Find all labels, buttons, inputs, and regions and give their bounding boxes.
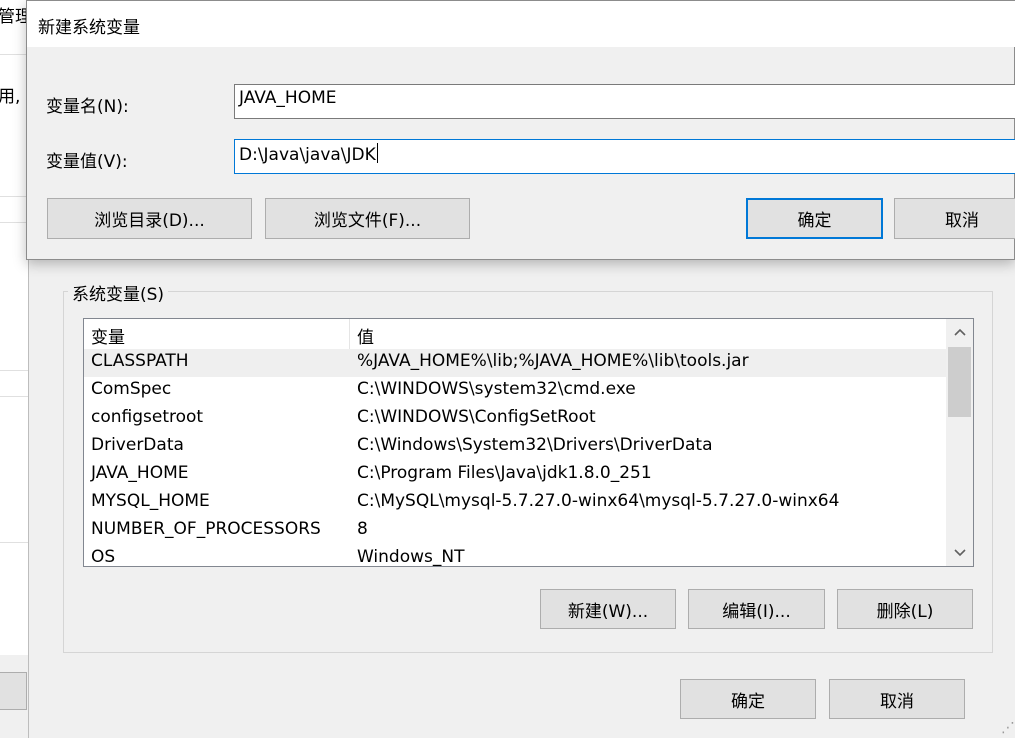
system-variables-list[interactable]: 变量 值 CLASSPATH %JAVA_HOME%\lib;%JAVA_HOM… <box>83 318 974 567</box>
variable-name-label: 变量名(N): <box>46 97 129 117</box>
divider <box>0 196 28 197</box>
delete-system-variable-button[interactable]: 删除(L) <box>837 589 973 629</box>
variable-value: C:\MySQL\mysql-5.7.27.0-winx64\mysql-5.7… <box>357 491 840 511</box>
variable-name: NUMBER_OF_PROCESSORS <box>91 519 321 539</box>
variable-name: MYSQL_HOME <box>91 491 210 511</box>
chevron-down-icon <box>953 549 966 557</box>
scroll-down-button[interactable] <box>946 540 973 566</box>
column-separator[interactable] <box>349 319 350 349</box>
background-text-fragment: 管理 <box>0 7 28 27</box>
browse-directory-button[interactable]: 浏览目录(D)... <box>47 198 252 239</box>
background-button[interactable] <box>0 672 27 710</box>
divider <box>0 222 28 223</box>
variable-name: ComSpec <box>91 379 172 399</box>
column-header-variable[interactable]: 变量 <box>91 323 125 348</box>
table-row[interactable]: OS Windows_NT <box>84 545 946 567</box>
variable-value: C:\WINDOWS\ConfigSetRoot <box>357 407 596 427</box>
table-row[interactable]: NUMBER_OF_PROCESSORS 8 <box>84 517 946 545</box>
list-vertical-scrollbar[interactable] <box>946 319 973 566</box>
system-variables-group-label: 系统变量(S) <box>68 280 169 305</box>
new-system-variable-button[interactable]: 新建(W)... <box>540 589 676 629</box>
table-row[interactable]: MYSQL_HOME C:\MySQL\mysql-5.7.27.0-winx6… <box>84 489 946 517</box>
variable-name-input-value: JAVA_HOME <box>239 88 337 108</box>
list-header: 变量 值 <box>84 319 946 349</box>
variable-name-input[interactable]: JAVA_HOME <box>234 84 1015 119</box>
variable-value-input[interactable]: D:\Java\java\JDK <box>234 139 1015 174</box>
table-row[interactable]: configsetroot C:\WINDOWS\ConfigSetRoot <box>84 405 946 433</box>
variable-name: CLASSPATH <box>91 351 189 371</box>
browse-file-button[interactable]: 浏览文件(F)... <box>265 198 470 239</box>
window-cancel-button[interactable]: 取消 <box>829 679 965 719</box>
variable-name: OS <box>91 547 116 567</box>
scroll-up-button[interactable] <box>946 319 973 345</box>
dialog-title-bar[interactable]: 新建系统变量 <box>27 1 1015 47</box>
variable-value: C:\Windows\System32\Drivers\DriverData <box>357 435 713 455</box>
variable-value: Windows_NT <box>357 547 465 567</box>
edit-system-variable-button[interactable]: 编辑(I)... <box>688 589 825 629</box>
variable-value: C:\WINDOWS\system32\cmd.exe <box>357 379 636 399</box>
divider <box>0 542 28 543</box>
variable-value: %JAVA_HOME%\lib;%JAVA_HOME%\lib\tools.ja… <box>357 351 749 371</box>
dialog-cancel-button[interactable]: 取消 <box>894 198 1015 239</box>
text-caret <box>376 143 378 163</box>
variable-name: JAVA_HOME <box>91 463 189 483</box>
variable-value-label: 变量值(V): <box>46 152 128 172</box>
new-system-variable-dialog: 新建系统变量 变量名(N): JAVA_HOME 变量值(V): D:\Java… <box>26 0 1015 260</box>
dialog-ok-button[interactable]: 确定 <box>746 198 883 239</box>
window-ok-button[interactable]: 确定 <box>680 679 816 719</box>
variable-name: DriverData <box>91 435 184 455</box>
dialog-title: 新建系统变量 <box>38 18 140 38</box>
variable-value: 8 <box>357 519 368 539</box>
background-window-left-strip: 管理 用, <box>0 0 28 738</box>
chevron-up-icon <box>953 328 966 336</box>
background-text-fragment: 用, <box>0 87 21 107</box>
variable-value-input-value: D:\Java\java\JDK <box>239 145 376 165</box>
table-row[interactable]: CLASSPATH %JAVA_HOME%\lib;%JAVA_HOME%\li… <box>84 349 946 377</box>
variable-value: C:\Program Files\Java\jdk1.8.0_251 <box>357 463 652 483</box>
table-row[interactable]: JAVA_HOME C:\Program Files\Java\jdk1.8.0… <box>84 461 946 489</box>
table-row[interactable]: DriverData C:\Windows\System32\Drivers\D… <box>84 433 946 461</box>
table-row[interactable]: ComSpec C:\WINDOWS\system32\cmd.exe <box>84 377 946 405</box>
divider <box>0 54 28 55</box>
resize-grip-icon[interactable]: ⋰ <box>1001 720 1015 736</box>
column-header-value[interactable]: 值 <box>357 323 374 348</box>
divider <box>0 396 28 397</box>
scroll-thumb[interactable] <box>948 347 971 417</box>
variable-name: configsetroot <box>91 407 204 427</box>
divider <box>0 370 28 371</box>
